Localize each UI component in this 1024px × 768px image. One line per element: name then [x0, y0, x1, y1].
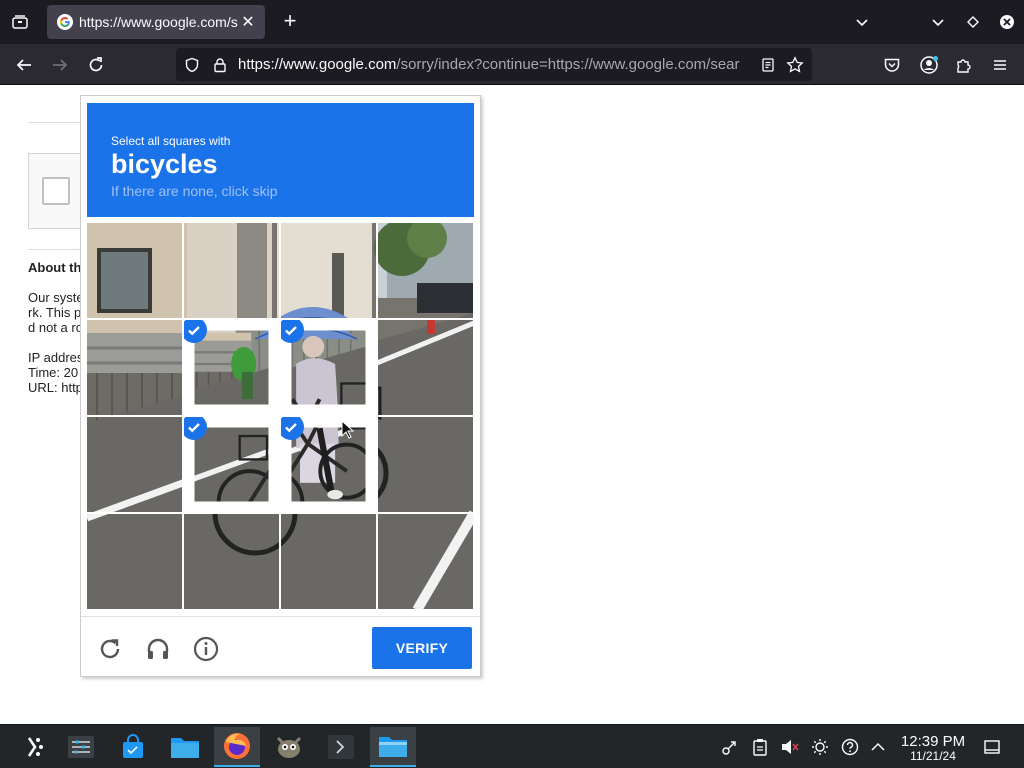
challenge-footer: VERIFY — [81, 616, 480, 676]
kde-connect-icon[interactable] — [720, 737, 740, 757]
tab-overview-icon[interactable] — [8, 10, 32, 34]
hamburger-menu-icon[interactable] — [987, 52, 1013, 78]
challenge-hint: If there are none, click skip — [111, 183, 278, 199]
grid-tile[interactable] — [378, 223, 473, 318]
grid-tile[interactable] — [281, 514, 376, 609]
grid-tile[interactable] — [184, 223, 279, 318]
grid-tile[interactable] — [184, 320, 279, 415]
mouse-cursor-icon — [341, 419, 355, 445]
reload-challenge-icon[interactable] — [96, 635, 124, 663]
page-divider — [28, 249, 88, 250]
lock-icon[interactable] — [210, 55, 230, 75]
tile-image — [281, 514, 376, 609]
tile-image — [378, 514, 473, 609]
page-divider — [28, 122, 88, 123]
new-tab-button[interactable]: + — [278, 10, 302, 34]
tile-image — [87, 417, 182, 512]
dolphin-window-icon[interactable] — [370, 727, 416, 767]
info-text-line: IP addres — [28, 350, 84, 365]
show-desktop-icon[interactable] — [982, 737, 1002, 757]
gimp-icon[interactable] — [266, 727, 312, 767]
grid-tile[interactable] — [378, 320, 473, 415]
challenge-keyword: bicycles — [111, 149, 218, 179]
grid-tile[interactable] — [378, 417, 473, 512]
bookmark-star-icon[interactable] — [785, 55, 805, 75]
body-text-line: rk. This p — [28, 305, 82, 320]
file-manager-icon[interactable] — [162, 727, 208, 767]
tile-image — [291, 330, 366, 405]
show-hidden-icons-chevron-icon[interactable] — [868, 737, 888, 757]
grid-tile[interactable] — [87, 320, 182, 415]
recaptcha-checkbox[interactable] — [42, 177, 70, 205]
brightness-icon[interactable] — [810, 737, 830, 757]
body-text-line: d not a ro — [28, 320, 83, 335]
info-text-line: URL: http — [28, 380, 83, 395]
info-text-line: Time: 20 — [28, 365, 79, 380]
reader-view-icon[interactable] — [758, 55, 778, 75]
info-icon[interactable] — [192, 635, 220, 663]
tab-close-icon[interactable]: ✕ — [239, 12, 257, 32]
window-maximize-icon[interactable] — [961, 10, 985, 34]
forward-arrow-icon[interactable] — [47, 52, 73, 78]
verify-button[interactable]: VERIFY — [372, 627, 472, 669]
grid-tile[interactable] — [184, 417, 279, 512]
clipboard-icon[interactable] — [750, 737, 770, 757]
tile-image — [87, 514, 182, 609]
image-grid — [87, 223, 474, 610]
grid-tile[interactable] — [281, 320, 376, 415]
window-close-icon[interactable] — [995, 10, 1019, 34]
active-tab[interactable]: https://www.google.com/s ✕ — [47, 5, 265, 39]
list-all-tabs-icon[interactable] — [850, 10, 874, 34]
pocket-icon[interactable] — [879, 52, 905, 78]
back-arrow-icon[interactable] — [11, 52, 37, 78]
grid-tile[interactable] — [87, 514, 182, 609]
extensions-icon[interactable] — [951, 52, 977, 78]
grid-tile[interactable] — [281, 417, 376, 512]
about-heading: About th — [28, 260, 82, 275]
tile-image — [281, 223, 376, 318]
tile-image — [378, 223, 473, 318]
volume-muted-icon[interactable] — [780, 737, 800, 757]
challenge-header: Select all squares with bicycles If ther… — [87, 103, 474, 217]
browser-tab-bar: https://www.google.com/s ✕ + — [0, 0, 1024, 44]
application-launcher-icon[interactable] — [10, 727, 56, 767]
help-icon[interactable] — [840, 737, 860, 757]
tab-title: https://www.google.com/s — [79, 14, 238, 30]
system-settings-icon[interactable] — [58, 727, 104, 767]
tile-image — [184, 223, 279, 318]
grid-tile[interactable] — [281, 223, 376, 318]
clock-time[interactable]: 12:39 PM — [896, 733, 970, 750]
browser-navigation-bar: https://www.google.com/sorry/index?conti… — [0, 44, 1024, 85]
firefox-taskbar-icon[interactable] — [214, 727, 260, 767]
reload-icon[interactable] — [83, 52, 109, 78]
audio-challenge-icon[interactable] — [144, 635, 172, 663]
tile-image — [194, 330, 269, 405]
grid-tile[interactable] — [87, 223, 182, 318]
grid-tile[interactable] — [378, 514, 473, 609]
tile-image — [378, 320, 473, 415]
recaptcha-challenge-popup: Select all squares with bicycles If ther… — [80, 95, 481, 677]
google-favicon-icon — [57, 14, 73, 30]
url-bar[interactable]: https://www.google.com/sorry/index?conti… — [176, 48, 812, 81]
system-taskbar: 12:39 PM 11/21/24 — [0, 724, 1024, 768]
grid-tile[interactable] — [184, 514, 279, 609]
window-minimize-icon[interactable] — [926, 10, 950, 34]
terminal-icon[interactable] — [318, 727, 364, 767]
grid-tile[interactable] — [87, 417, 182, 512]
tile-image — [378, 417, 473, 512]
tile-image — [194, 427, 269, 502]
clock-date[interactable]: 11/21/24 — [896, 749, 970, 763]
challenge-instruction: Select all squares with — [111, 134, 231, 148]
tile-image — [184, 514, 279, 609]
account-icon[interactable] — [916, 52, 942, 78]
discover-store-icon[interactable] — [110, 727, 156, 767]
tracking-shield-icon[interactable] — [182, 55, 202, 75]
body-text-line: Our syste — [28, 290, 84, 305]
tile-image — [87, 320, 182, 415]
url-text[interactable]: https://www.google.com/sorry/index?conti… — [238, 56, 756, 73]
recaptcha-checkbox-card — [28, 153, 88, 229]
tile-image — [87, 223, 182, 318]
